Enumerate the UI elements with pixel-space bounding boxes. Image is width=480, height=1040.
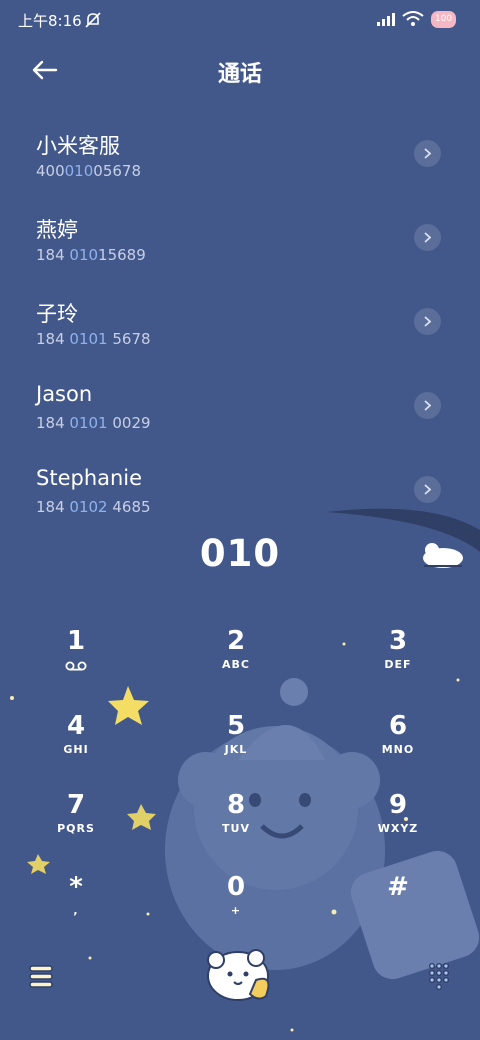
key-digit: 8 <box>226 790 246 820</box>
contact-number: 184 0101 5678 <box>36 330 151 348</box>
number-prefix: 184 <box>36 330 70 348</box>
key-digit: 6 <box>388 711 408 741</box>
contact-number: 184 0101 0029 <box>36 414 151 432</box>
chevron-right-icon <box>424 316 432 327</box>
key-letters: + <box>230 904 242 917</box>
number-match: 010 <box>64 162 94 180</box>
number-suffix: 5678 <box>107 330 151 348</box>
dialed-number: 010 <box>199 532 281 575</box>
number-prefix: 400 <box>36 162 65 180</box>
status-time: 上午8:16 <box>18 12 82 30</box>
key-1[interactable]: 1 <box>31 626 121 698</box>
dialpad-icon <box>429 963 449 990</box>
contact-name: 子玲 <box>36 302 78 326</box>
contact-detail-button[interactable] <box>414 140 441 167</box>
number-suffix: 0029 <box>107 414 151 432</box>
battery-indicator: 100 <box>431 11 456 28</box>
key-digit: 5 <box>226 711 246 741</box>
call-button[interactable] <box>200 944 280 1006</box>
key-hash[interactable]: # <box>353 872 443 944</box>
key-0[interactable]: 0 + <box>191 872 281 944</box>
wifi-icon <box>402 11 424 26</box>
key-digit: 3 <box>388 626 408 656</box>
number-prefix: 184 <box>36 498 70 516</box>
chevron-right-icon <box>424 232 432 243</box>
key-letters: JKL <box>224 743 248 756</box>
key-letters: WXYZ <box>377 822 419 835</box>
key-letters: , <box>73 904 79 917</box>
key-digit: 9 <box>388 790 408 820</box>
contact-name: Jason <box>36 382 93 406</box>
chevron-right-icon <box>424 484 432 495</box>
key-letters: ABC <box>222 658 250 671</box>
contact-number: 184 0102 4685 <box>36 498 151 516</box>
chevron-right-icon <box>424 148 432 159</box>
contact-detail-button[interactable] <box>414 392 441 419</box>
contact-item[interactable]: 燕婷 184 01015689 <box>0 214 480 292</box>
mute-icon <box>85 12 101 28</box>
key-7[interactable]: 7 PQRS <box>31 790 121 862</box>
key-digit: 7 <box>66 790 86 820</box>
key-digit: # <box>387 872 409 902</box>
menu-button[interactable] <box>26 960 56 992</box>
number-suffix: 05678 <box>93 162 141 180</box>
key-star[interactable]: * , <box>31 872 121 944</box>
key-digit: 0 <box>226 872 246 902</box>
signal-icon <box>377 13 395 26</box>
key-letters: DEF <box>384 658 412 671</box>
page-title: 通话 <box>217 62 262 87</box>
number-prefix: 184 <box>36 414 70 432</box>
key-digit: 4 <box>66 711 86 741</box>
key-6[interactable]: 6 MNO <box>353 711 443 783</box>
number-prefix: 184 <box>36 246 70 264</box>
key-letters: GHI <box>63 743 89 756</box>
contact-detail-button[interactable] <box>414 224 441 251</box>
contact-number: 40001005678 <box>36 162 141 180</box>
voicemail-icon <box>65 661 87 671</box>
key-digit: 2 <box>226 626 246 656</box>
key-2[interactable]: 2 ABC <box>191 626 281 698</box>
key-5[interactable]: 5 JKL <box>191 711 281 783</box>
contact-item[interactable]: 小米客服 40001005678 <box>0 130 480 208</box>
key-8[interactable]: 8 TUV <box>191 790 281 862</box>
call-icon <box>207 949 270 1001</box>
key-letters: TUV <box>222 822 250 835</box>
contact-name: 小米客服 <box>36 134 120 158</box>
contact-detail-button[interactable] <box>414 476 441 503</box>
contact-detail-button[interactable] <box>414 308 441 335</box>
contact-item[interactable]: Jason 184 0101 0029 <box>0 382 480 460</box>
number-suffix: 15689 <box>98 246 146 264</box>
key-letters: PQRS <box>57 822 95 835</box>
header: 通话 <box>0 44 480 94</box>
status-bar: 上午8:16 100 <box>0 0 480 40</box>
key-3[interactable]: 3 DEF <box>353 626 443 698</box>
key-4[interactable]: 4 GHI <box>31 711 121 783</box>
number-match: 0101 <box>69 330 108 348</box>
contact-name: 燕婷 <box>36 218 78 242</box>
key-digit: 1 <box>66 626 86 656</box>
contact-item[interactable]: 子玲 184 0101 5678 <box>0 298 480 376</box>
number-match: 010 <box>69 246 99 264</box>
menu-icon <box>29 965 53 988</box>
number-match: 0101 <box>69 414 108 432</box>
key-9[interactable]: 9 WXYZ <box>353 790 443 862</box>
key-digit: * <box>69 872 83 902</box>
number-suffix: 4685 <box>107 498 151 516</box>
number-match: 0102 <box>69 498 108 516</box>
dialpad-toggle-button[interactable] <box>424 960 454 992</box>
key-letters: MNO <box>381 743 415 756</box>
contact-name: Stephanie <box>36 466 143 490</box>
contact-number: 184 01015689 <box>36 246 146 264</box>
chevron-right-icon <box>424 400 432 411</box>
